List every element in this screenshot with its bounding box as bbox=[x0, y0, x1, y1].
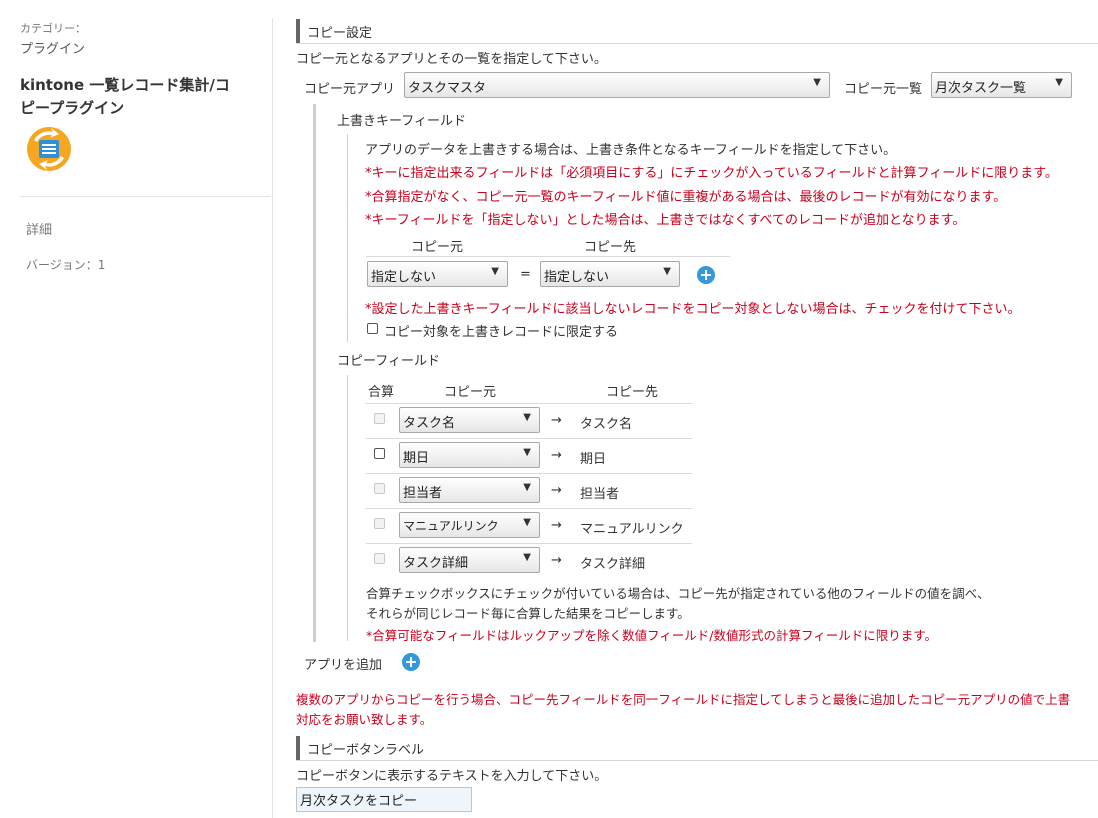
sum-checkbox[interactable] bbox=[374, 483, 385, 494]
source-list-label: コピー元一覧 bbox=[844, 82, 923, 97]
source-list-value: 月次タスク一覧 bbox=[935, 81, 1027, 96]
copy-settings-description: コピー元となるアプリとその一覧を指定して下さい。 bbox=[296, 52, 607, 67]
chevron-down-icon: ▼ bbox=[523, 552, 531, 563]
row-divider bbox=[366, 438, 692, 439]
copy-fields-col-sum: 合算 bbox=[368, 385, 395, 400]
row-divider bbox=[366, 473, 692, 474]
arrow-right-icon: → bbox=[551, 448, 562, 463]
overwrite-table-rule bbox=[366, 256, 730, 257]
multi-app-warning-line1: 複数のアプリからコピーを行う場合、コピー先フィールドを同一フィールドに指定してし… bbox=[296, 692, 1071, 707]
sum-checkbox[interactable] bbox=[374, 448, 385, 459]
copy-fields-col-dest: コピー先 bbox=[606, 385, 659, 400]
overwrite-key-guide bbox=[347, 134, 348, 342]
overwrite-source-select[interactable]: 指定しない ▼ bbox=[367, 261, 508, 287]
arrow-right-icon: → bbox=[551, 518, 562, 533]
source-app-label: コピー元アプリ bbox=[304, 82, 396, 97]
copy-field-dest: マニュアルリンク bbox=[580, 522, 684, 537]
add-key-field-button[interactable] bbox=[697, 266, 715, 284]
copy-field-source-select[interactable]: マニュアルリンク ▼ bbox=[399, 512, 540, 538]
sum-checkbox[interactable] bbox=[374, 553, 385, 564]
row-divider bbox=[366, 543, 692, 544]
category-label: カテゴリー： bbox=[20, 22, 86, 35]
overwrite-source-value: 指定しない bbox=[371, 270, 437, 285]
chevron-down-icon: ▼ bbox=[813, 77, 821, 88]
multi-app-warning-line2: 対応をお願い致します。 bbox=[296, 712, 433, 727]
limit-to-overwrite-checkbox[interactable] bbox=[367, 323, 378, 334]
source-app-select[interactable]: タスクマスタ ▼ bbox=[404, 72, 830, 98]
add-app-button[interactable] bbox=[402, 653, 420, 671]
overwrite-dest-value: 指定しない bbox=[544, 270, 610, 285]
copy-fields-note-line2: それらが同じレコード毎に合算した結果をコピーします。 bbox=[366, 606, 690, 621]
copy-settings-title: コピー設定 bbox=[307, 26, 373, 41]
sidebar: カテゴリー： プラグイン kintone 一覧レコード集計/コ ピープラグイン … bbox=[0, 0, 272, 818]
copy-fields-guide bbox=[347, 375, 348, 641]
copy-field-source-value: タスク詳細 bbox=[403, 556, 469, 571]
overwrite-key-note1: *キーに指定出来るフィールドは「必須項目にする」にチェックが入っているフィールド… bbox=[365, 166, 1058, 181]
chevron-down-icon: ▼ bbox=[663, 266, 671, 277]
copy-field-source-value: 期日 bbox=[403, 451, 430, 466]
equals-sign: = bbox=[520, 267, 531, 282]
button-label-description: コピーボタンに表示するテキストを入力して下さい。 bbox=[296, 769, 608, 784]
app-block-guide bbox=[313, 104, 316, 642]
source-app-value: タスクマスタ bbox=[408, 81, 487, 96]
copy-field-dest: 期日 bbox=[580, 452, 607, 467]
arrow-right-icon: → bbox=[551, 553, 562, 568]
row-divider bbox=[366, 508, 692, 509]
section-rule bbox=[296, 760, 1098, 761]
chevron-down-icon: ▼ bbox=[523, 482, 531, 493]
overwrite-key-description: アプリのデータを上書きする場合は、上書き条件となるキーフィールドを指定して下さい… bbox=[365, 143, 897, 158]
copy-fields-note-red: *合算可能なフィールドはルックアップを除く数値フィールド/数値形式の計算フィール… bbox=[366, 628, 937, 643]
category-value: プラグイン bbox=[20, 42, 86, 57]
chevron-down-icon: ▼ bbox=[1055, 77, 1063, 88]
sidebar-separator bbox=[272, 18, 273, 818]
arrow-right-icon: → bbox=[551, 483, 562, 498]
limit-to-overwrite-label: コピー対象を上書きレコードに限定する bbox=[384, 325, 619, 340]
chevron-down-icon: ▼ bbox=[523, 412, 531, 423]
copy-field-dest: 担当者 bbox=[580, 487, 620, 502]
copy-field-dest: タスク名 bbox=[580, 417, 633, 432]
copy-settings-header: コピー設定 bbox=[296, 19, 1098, 43]
plugin-icon bbox=[27, 127, 71, 171]
copy-field-dest: タスク詳細 bbox=[580, 557, 646, 572]
arrow-right-icon: → bbox=[551, 413, 562, 428]
copy-field-source-value: タスク名 bbox=[403, 416, 456, 431]
overwrite-key-note2: *合算指定がなく、コピー元一覧のキーフィールド値に重複がある場合は、最後のレコー… bbox=[365, 190, 1007, 205]
button-label-input[interactable] bbox=[296, 787, 472, 812]
section-rule bbox=[296, 43, 1098, 44]
button-label-header: コピーボタンラベル bbox=[296, 736, 1098, 760]
source-list-select[interactable]: 月次タスク一覧 ▼ bbox=[931, 72, 1072, 98]
button-label-title: コピーボタンラベル bbox=[307, 743, 425, 758]
add-app-label: アプリを追加 bbox=[304, 658, 383, 673]
chevron-down-icon: ▼ bbox=[523, 517, 531, 528]
overwrite-key-note3: *キーフィールドを「指定しない」とした場合は、上書きではなくすべてのレコードが追… bbox=[365, 213, 966, 228]
overwrite-col-dest: コピー先 bbox=[584, 240, 637, 255]
overwrite-key-note4: *設定した上書きキーフィールドに該当しないレコードをコピー対象としない場合は、チ… bbox=[365, 302, 1021, 317]
overwrite-col-source: コピー元 bbox=[411, 240, 464, 255]
plugin-title-line2: ピープラグイン bbox=[20, 99, 125, 117]
chevron-down-icon: ▼ bbox=[491, 266, 499, 277]
chevron-down-icon: ▼ bbox=[523, 447, 531, 458]
copy-field-source-select[interactable]: タスク詳細 ▼ bbox=[399, 547, 540, 573]
copy-field-source-select[interactable]: 担当者 ▼ bbox=[399, 477, 540, 503]
sum-checkbox[interactable] bbox=[374, 413, 385, 424]
details-link[interactable]: 詳細 bbox=[26, 219, 52, 238]
copy-field-source-select[interactable]: 期日 ▼ bbox=[399, 442, 540, 468]
copy-fields-col-source: コピー元 bbox=[444, 385, 497, 400]
copy-fields-header: コピーフィールド bbox=[337, 354, 440, 369]
copy-field-source-value: マニュアルリンク bbox=[403, 519, 499, 533]
sidebar-divider bbox=[20, 196, 270, 197]
plugin-title-line1: kintone 一覧レコード集計/コ bbox=[20, 76, 230, 94]
copy-field-source-select[interactable]: タスク名 ▼ bbox=[399, 407, 540, 433]
version-label: バージョン：1 bbox=[26, 258, 106, 272]
overwrite-dest-select[interactable]: 指定しない ▼ bbox=[540, 261, 680, 287]
overwrite-key-header: 上書きキーフィールド bbox=[337, 114, 466, 129]
sum-checkbox[interactable] bbox=[374, 518, 385, 529]
copy-field-source-value: 担当者 bbox=[403, 486, 443, 501]
copy-fields-rule bbox=[366, 403, 692, 404]
copy-fields-note-line1: 合算チェックボックスにチェックが付いている場合は、コピー先が指定されている他のフ… bbox=[366, 586, 990, 601]
